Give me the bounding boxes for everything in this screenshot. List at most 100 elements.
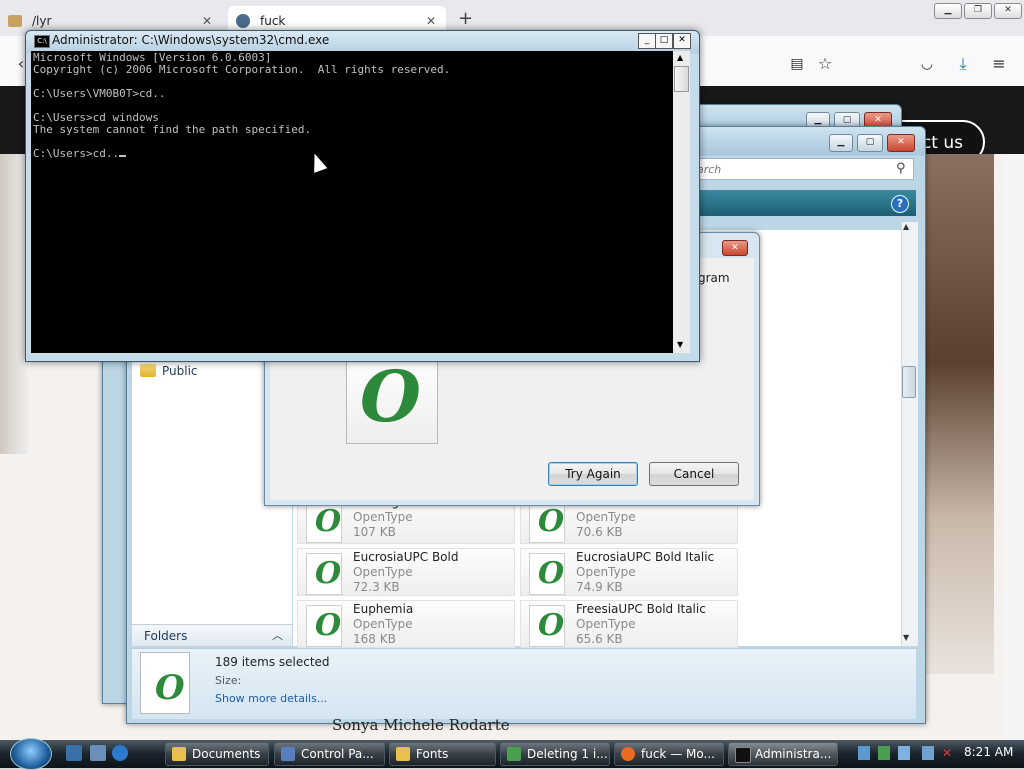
try-again-button[interactable]: Try Again [548, 462, 638, 486]
show-more-details-link[interactable]: Show more details... [215, 692, 327, 705]
font-tile[interactable]: O Euphemia OpenType 168 KB [297, 600, 515, 648]
fonts-close-button[interactable]: ✕ [887, 134, 915, 152]
minimize-button[interactable]: ▁ [934, 3, 962, 19]
page-photo-right [924, 154, 994, 674]
task-firefox[interactable]: fuck — Mo... [614, 742, 724, 766]
globe-icon [236, 14, 250, 28]
font-file-icon: O [529, 553, 565, 595]
console-text: Microsoft Windows [Version 6.0.6003] Cop… [33, 51, 451, 160]
font-file-icon: O [529, 501, 565, 543]
close-button[interactable]: ✕ [673, 33, 691, 49]
fonts-scrollbar[interactable] [901, 222, 918, 646]
delete-progress-icon [507, 747, 521, 761]
scrollbar-thumb[interactable] [902, 366, 916, 398]
font-tile[interactable]: O EucrosiaUPC Bold OpenType 72.3 KB [297, 548, 515, 596]
font-file-icon: O [306, 605, 342, 647]
task-label: Control Pa... [301, 747, 374, 761]
font-tile[interactable]: O FreesiaUPC Bold Italic OpenType 65.6 K… [520, 600, 738, 648]
maximize-button[interactable]: □ [655, 33, 673, 49]
scroll-down-icon[interactable]: ▼ [677, 340, 683, 349]
pocket-icon[interactable]: ◡ [916, 53, 938, 75]
close-button[interactable]: ✕ [994, 3, 1022, 19]
size-label: Size: [215, 674, 242, 687]
folders-toggle[interactable]: Folders [132, 624, 292, 646]
font-name: FreesiaUPC Bold Italic [576, 602, 706, 616]
font-size: 74.9 KB [576, 580, 623, 594]
new-tab-icon[interactable]: + [458, 8, 473, 29]
start-button[interactable] [10, 738, 52, 770]
window-title: Administrator: C:\Windows\system32\cmd.e… [52, 33, 330, 47]
font-glyph-icon: O [360, 355, 421, 438]
console-icon: C:\ [34, 35, 50, 48]
scroll-up-icon[interactable]: ▲ [677, 53, 683, 62]
browser-tab-label: /lyr [32, 14, 52, 28]
scrollbar-thumb[interactable] [674, 66, 689, 92]
console-scrollbar[interactable] [673, 51, 690, 353]
show-desktop-icon[interactable] [66, 745, 82, 761]
task-cmd[interactable]: Administra... [728, 742, 838, 766]
bookmark-star-icon[interactable]: ☆ [814, 53, 836, 75]
fonts-maximize-button[interactable]: ▢ [857, 134, 883, 152]
scroll-down-icon[interactable]: ▼ [903, 633, 909, 642]
font-size: 107 KB [353, 525, 396, 539]
tray-network-icon[interactable] [922, 746, 934, 760]
selection-count: 189 items selected [215, 655, 330, 669]
maximize-button[interactable]: ❐ [964, 3, 992, 19]
minimize-button[interactable]: _ [638, 33, 656, 49]
task-control-panel[interactable]: Control Pa... [274, 742, 385, 766]
help-icon[interactable]: ? [891, 195, 909, 213]
font-file-icon: O [529, 605, 565, 647]
font-type: OpenType [353, 510, 413, 524]
font-size: 168 KB [353, 632, 396, 646]
font-size: 65.6 KB [576, 632, 623, 646]
console-icon [735, 747, 751, 763]
fonts-command-bar [690, 190, 916, 216]
chevron-up-icon[interactable]: ︿ [272, 627, 283, 643]
task-label: Deleting 1 i... [527, 747, 608, 761]
font-type: OpenType [576, 565, 636, 579]
folder-icon [172, 747, 186, 761]
search-input[interactable]: arch [690, 158, 914, 180]
fonts-minimize-button[interactable]: ▁ [829, 134, 853, 152]
scroll-up-icon[interactable]: ▲ [903, 222, 909, 231]
page-name-text: Sonya Michele Rodarte [332, 716, 510, 734]
font-size: 72.3 KB [353, 580, 400, 594]
font-name: EucrosiaUPC Bold Italic [576, 550, 715, 564]
download-icon[interactable]: ⤓ [952, 53, 974, 75]
task-label: Fonts [416, 747, 449, 761]
task-fonts[interactable]: Fonts [389, 742, 496, 766]
tab-favicon-icon [8, 15, 22, 27]
font-size: 70.6 KB [576, 525, 623, 539]
search-icon[interactable]: ⚲ [896, 161, 906, 176]
font-name: Euphemia [353, 602, 414, 616]
menu-icon[interactable]: ≡ [988, 53, 1010, 75]
font-type: OpenType [353, 617, 413, 631]
clock[interactable]: 8:21 AM [964, 745, 1013, 759]
font-file-icon: O [306, 553, 342, 595]
text-cursor [119, 155, 127, 157]
firefox-icon [621, 747, 635, 761]
browser-tab-label: fuck [260, 14, 286, 28]
font-file-icon: O [306, 501, 342, 543]
browser-scrollbar[interactable] [1004, 154, 1024, 740]
cancel-button[interactable]: Cancel [649, 462, 739, 486]
task-documents[interactable]: Documents [165, 742, 269, 766]
task-label: Administra... [755, 747, 832, 761]
dialog-message: gram [698, 271, 730, 285]
font-type: OpenType [353, 565, 413, 579]
control-panel-icon [281, 747, 295, 761]
switch-windows-icon[interactable] [90, 745, 106, 761]
tray-app-icon[interactable] [878, 746, 890, 760]
network-icon[interactable] [858, 746, 870, 760]
font-glyph-icon: O [155, 668, 185, 708]
console-output[interactable]: Microsoft Windows [Version 6.0.6003] Cop… [33, 52, 450, 160]
task-deleting[interactable]: Deleting 1 i... [500, 742, 610, 766]
internet-explorer-icon[interactable] [112, 745, 128, 761]
dialog-close-button[interactable]: ✕ [722, 240, 748, 256]
volume-muted-icon[interactable]: ✕ [942, 746, 956, 760]
nav-item-public[interactable]: Public [140, 362, 198, 380]
reader-view-icon[interactable]: ▤ [786, 53, 808, 75]
tray-monitor-icon[interactable] [898, 746, 910, 760]
font-tile[interactable]: O EucrosiaUPC Bold Italic OpenType 74.9 … [520, 548, 738, 596]
task-label: Documents [192, 747, 261, 761]
